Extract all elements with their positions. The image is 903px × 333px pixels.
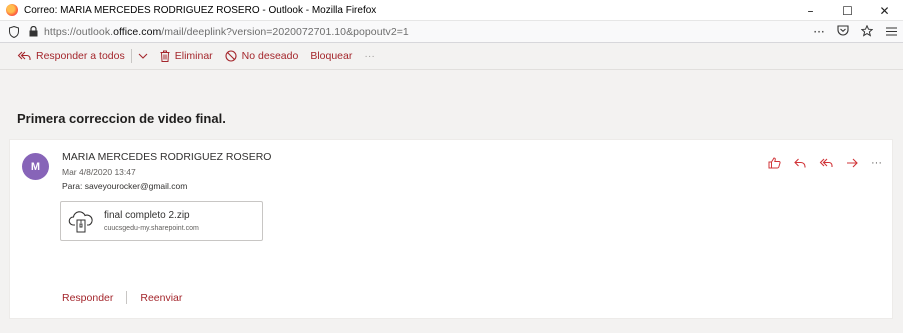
command-bar: Responder a todos Eliminar No deseado Bl… <box>0 43 903 70</box>
reply-icon[interactable] <box>794 158 806 168</box>
hamburger-menu-icon[interactable] <box>879 25 903 39</box>
attachment-card[interactable]: final completo 2.zip cuucsgedu-my.sharep… <box>60 201 263 241</box>
more-icon: ··· <box>364 50 375 62</box>
window-titlebar: Correo: MARIA MERCEDES RODRIGUEZ ROSERO … <box>0 0 903 21</box>
window-controls: – ☐ ✕ <box>792 0 903 21</box>
chevron-down-icon[interactable] <box>138 50 148 62</box>
reply-all-label: Responder a todos <box>36 50 125 62</box>
block-circle-icon <box>225 50 237 62</box>
message-card: M MARIA MERCEDES RODRIGUEZ ROSERO Mar 4/… <box>9 139 893 319</box>
junk-label: No deseado <box>241 50 299 62</box>
address-bar[interactable]: https://outlook.office.com/mail/deeplink… <box>0 21 903 43</box>
tracking-shield-icon[interactable] <box>6 25 22 38</box>
block-label: Bloquear <box>310 50 353 62</box>
forward-button[interactable]: Reenviar <box>140 292 182 304</box>
maximize-button[interactable]: ☐ <box>829 0 866 21</box>
minimize-button[interactable]: – <box>792 0 829 21</box>
reply-button[interactable]: Responder <box>62 292 113 304</box>
avatar[interactable]: M <box>22 153 49 180</box>
like-icon[interactable] <box>768 157 781 169</box>
reply-divider <box>126 291 128 304</box>
to-label: Para: <box>62 181 83 191</box>
message-actions: ··· <box>755 157 882 169</box>
reply-all-button[interactable]: Responder a todos <box>17 49 148 63</box>
url-text[interactable]: https://outlook.office.com/mail/deeplink… <box>44 26 409 38</box>
reply-all-icon <box>17 51 31 61</box>
more-options-button[interactable]: ··· <box>871 157 882 169</box>
firefox-icon <box>6 4 18 16</box>
bookmark-star-icon[interactable] <box>855 24 879 40</box>
sender-name[interactable]: MARIA MERCEDES RODRIGUEZ ROSERO <box>62 151 271 163</box>
junk-button[interactable]: No deseado <box>225 50 299 62</box>
toolbar-divider <box>130 49 132 63</box>
page-actions-button[interactable]: ··· <box>807 25 831 39</box>
attachment-source: cuucsgedu-my.sharepoint.com <box>104 225 199 232</box>
url-actions: ··· <box>807 21 903 43</box>
delete-label: Eliminar <box>174 50 213 62</box>
recipient-address[interactable]: saveyourocker@gmail.com <box>85 181 188 191</box>
window-title: Correo: MARIA MERCEDES RODRIGUEZ ROSERO … <box>24 4 377 16</box>
trash-icon <box>160 50 170 62</box>
close-button[interactable]: ✕ <box>866 0 903 21</box>
reply-row: Responder Reenviar <box>62 291 182 304</box>
cloud-zip-icon <box>68 210 94 239</box>
pocket-icon[interactable] <box>831 25 855 39</box>
recipient-line: Para: saveyourocker@gmail.com <box>62 181 187 191</box>
more-actions-button[interactable]: ··· <box>364 50 375 62</box>
attachment-name: final completo 2.zip <box>104 210 190 221</box>
block-button[interactable]: Bloquear <box>310 50 352 62</box>
delete-button[interactable]: Eliminar <box>160 50 213 62</box>
forward-icon[interactable] <box>846 158 858 168</box>
lock-icon[interactable] <box>26 26 40 37</box>
reply-all-icon[interactable] <box>819 158 833 168</box>
message-date: Mar 4/8/2020 13:47 <box>62 167 136 177</box>
message-subject: Primera correccion de video final. <box>17 111 226 126</box>
